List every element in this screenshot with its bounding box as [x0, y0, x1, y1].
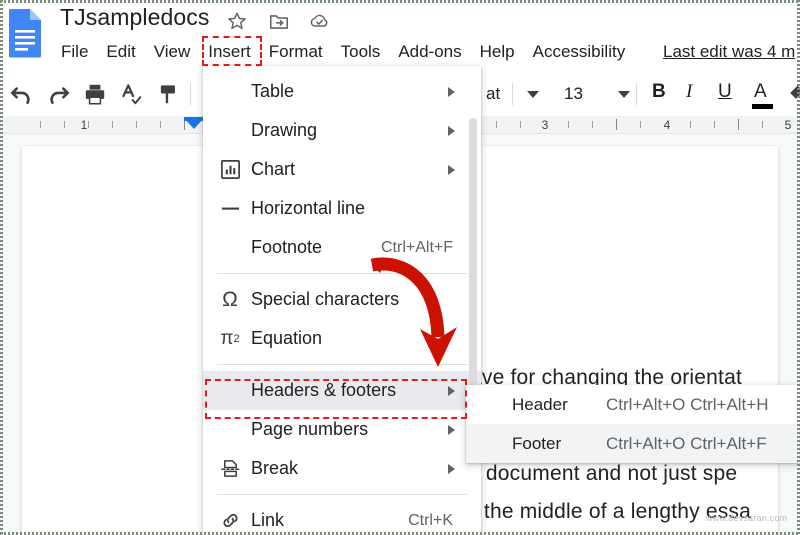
- watermark: www.devsaran.com: [706, 513, 788, 523]
- submenu-item-label: Header: [512, 394, 568, 414]
- submenu-item-shortcut: Ctrl+Alt+O Ctrl+Alt+H: [606, 394, 769, 414]
- menubar: File Edit View Insert Format Tools Add-o…: [52, 38, 634, 66]
- bold-button[interactable]: B: [652, 81, 666, 103]
- menu-edit[interactable]: Edit: [97, 39, 144, 65]
- menu-accessibility[interactable]: Accessibility: [524, 39, 635, 65]
- document-text-line: e document and not just spe: [468, 462, 738, 485]
- menu-item-label: Table: [251, 81, 295, 101]
- menu-item-horizontal-line[interactable]: Horizontal line: [203, 189, 481, 228]
- headers-footers-submenu[interactable]: Header Ctrl+Alt+O Ctrl+Alt+H Footer Ctrl…: [466, 385, 800, 463]
- menu-tools[interactable]: Tools: [332, 39, 390, 65]
- star-icon[interactable]: [226, 10, 248, 32]
- chevron-right-icon: [448, 164, 455, 175]
- menu-item-label: Special characters: [251, 289, 400, 309]
- undo-icon[interactable]: [8, 81, 34, 107]
- chevron-right-icon: [448, 463, 455, 474]
- italic-button[interactable]: I: [686, 81, 692, 103]
- menu-format[interactable]: Format: [260, 39, 332, 65]
- menu-item-label: Equation: [251, 328, 323, 348]
- menu-item-label: Page numbers: [251, 419, 369, 439]
- cloud-saved-icon[interactable]: [308, 10, 330, 32]
- menu-item-label: Horizontal line: [251, 198, 366, 218]
- menu-item-label: Break: [251, 458, 299, 478]
- ruler-number-3: 3: [541, 118, 549, 132]
- toolbar-divider: [636, 83, 637, 105]
- text-color-swatch: [752, 104, 773, 109]
- ruler-number-1: 1: [80, 118, 88, 132]
- chevron-right-icon: [448, 125, 455, 136]
- menu-item-equation[interactable]: π2 Equation: [203, 319, 481, 358]
- menu-item-headers-footers[interactable]: Headers & footers: [203, 371, 481, 410]
- menu-item-label: Drawing: [251, 120, 318, 140]
- menu-item-footnote[interactable]: Footnote Ctrl+Alt+F: [203, 228, 481, 267]
- insert-dropdown-menu[interactable]: Table Drawing Chart Horizontal line Foot…: [203, 66, 481, 535]
- spelling-check-icon[interactable]: [118, 81, 144, 107]
- last-edit-status[interactable]: Last edit was 4 m: [663, 42, 795, 62]
- ruler-number-5: 5: [784, 118, 792, 132]
- page-title[interactable]: TJsampledocs: [60, 4, 209, 31]
- menu-divider: [217, 364, 467, 365]
- left-indent-marker[interactable]: [184, 118, 204, 129]
- menu-item-shortcut: Ctrl+Alt+F: [380, 238, 453, 256]
- font-size-value[interactable]: 13: [564, 84, 583, 104]
- toolbar-divider: [190, 83, 191, 105]
- menu-insert[interactable]: Insert: [199, 39, 260, 65]
- menu-add-ons[interactable]: Add-ons: [389, 39, 470, 65]
- window-border: [0, 0, 800, 3]
- menu-view[interactable]: View: [145, 39, 200, 65]
- chevron-right-icon: [448, 424, 455, 435]
- menu-item-link[interactable]: Link Ctrl+K: [203, 501, 481, 535]
- menu-item-drawing[interactable]: Drawing: [203, 111, 481, 150]
- window-border: [0, 0, 3, 535]
- menu-item-shortcut: Ctrl+K: [408, 511, 453, 529]
- menu-item-label: Chart: [251, 159, 296, 179]
- chevron-down-icon[interactable]: [618, 91, 630, 98]
- underline-button[interactable]: U: [718, 81, 732, 103]
- move-to-folder-icon[interactable]: [268, 10, 290, 32]
- print-icon[interactable]: [82, 81, 108, 107]
- menu-item-table[interactable]: Table: [203, 72, 481, 111]
- google-docs-window: TJsampledocs File Edit View Insert Forma…: [0, 0, 800, 535]
- paragraph-style-selector[interactable]: at: [486, 84, 500, 104]
- menu-item-label: Footnote: [251, 237, 323, 257]
- omega-icon: Ω: [222, 287, 238, 311]
- text-color-button[interactable]: A: [754, 81, 767, 103]
- link-icon: [217, 510, 243, 531]
- submenu-item-shortcut: Ctrl+Alt+O Ctrl+Alt+F: [606, 433, 767, 453]
- submenu-item-footer[interactable]: Footer Ctrl+Alt+O Ctrl+Alt+F: [466, 424, 800, 463]
- menu-help[interactable]: Help: [471, 39, 524, 65]
- submenu-item-label: Footer: [512, 433, 562, 453]
- menu-item-chart[interactable]: Chart: [203, 150, 481, 189]
- chevron-down-icon[interactable]: [527, 91, 539, 98]
- chart-icon: [217, 159, 243, 180]
- google-docs-icon: [6, 8, 44, 58]
- submenu-item-header[interactable]: Header Ctrl+Alt+O Ctrl+Alt+H: [466, 385, 800, 424]
- menu-item-label: Headers & footers: [251, 380, 397, 400]
- menu-file[interactable]: File: [52, 39, 97, 65]
- menu-item-break[interactable]: Break: [203, 449, 481, 488]
- chevron-right-icon: [448, 385, 455, 396]
- redo-icon[interactable]: [46, 81, 72, 107]
- ruler-number-4: 4: [663, 118, 671, 132]
- menu-divider: [217, 273, 467, 274]
- toolbar-divider: [512, 83, 513, 105]
- menu-divider: [217, 494, 467, 495]
- menu-item-special-characters[interactable]: Ω Special characters: [203, 280, 481, 319]
- menu-item-page-numbers[interactable]: Page numbers: [203, 410, 481, 449]
- document-header: TJsampledocs File Edit View Insert Forma…: [0, 0, 800, 72]
- horizontal-line-icon: [217, 198, 243, 219]
- paint-format-icon[interactable]: [156, 81, 182, 107]
- menu-item-label: Link: [251, 510, 285, 530]
- break-icon: [217, 458, 243, 479]
- equation-icon: π2: [220, 327, 240, 349]
- chevron-right-icon: [448, 86, 455, 97]
